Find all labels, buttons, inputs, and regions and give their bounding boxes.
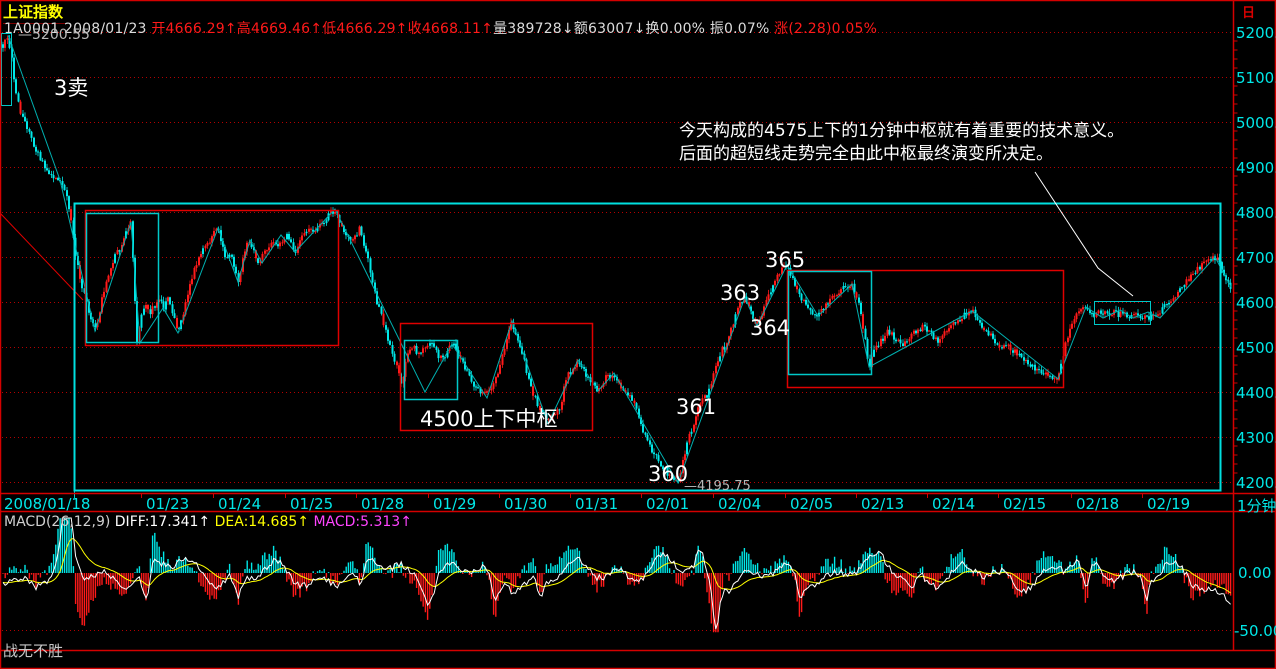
- period-label: 1分钟: [1237, 495, 1276, 516]
- date-axis-label: 01/30: [504, 495, 547, 513]
- macd-indicator-label-1: DIFF:17.341↑: [115, 514, 210, 530]
- watermark: 战无不胜: [3, 640, 63, 661]
- price-axis-label: 5000.0: [1236, 114, 1276, 132]
- pivot-4500-label: 4500上下中枢: [420, 403, 557, 433]
- macd-indicator-label-0: MACD(26,12,9): [4, 514, 115, 530]
- date-axis-label: 02/18: [1076, 495, 1119, 513]
- date-axis-label: 02/04: [718, 495, 761, 513]
- date-axis-label: 02/13: [861, 495, 904, 513]
- note-line-2: 后面的超短线走势完全由此中枢最终演变所决定。: [679, 139, 1053, 164]
- stock-chart-window: 上证指数 1A0001 2008/01/23 开4666.29↑高4669.46…: [0, 0, 1276, 669]
- quote-field-开: 开4666.29↑: [151, 21, 236, 37]
- note-line-1: 今天构成的4575上下的1分钟中枢就有着重要的技术意义。: [679, 116, 1124, 141]
- chart-canvas[interactable]: [0, 0, 1276, 669]
- macd-label-bar: MACD(26,12,9) DIFF:17.341↑ DEA:14.685↑ M…: [4, 514, 412, 530]
- price-axis-label: 4900.0: [1236, 159, 1276, 177]
- candlesticks: [2, 35, 1232, 483]
- quote-field-额: 额63007↓: [574, 21, 646, 37]
- date-axis-label: 02/14: [932, 495, 975, 513]
- pivot-point-361: 361: [676, 395, 716, 419]
- date-axis-label: 02/15: [1003, 495, 1046, 513]
- quote-info-bar: 1A0001 2008/01/23 开4666.29↑高4669.46↑低466…: [4, 18, 877, 38]
- price-axis-label: 4400.0: [1236, 384, 1276, 402]
- date-axis-label: 02/05: [790, 495, 833, 513]
- annotation-pointer-line: [1035, 172, 1133, 296]
- price-axis-label: 5100.0: [1236, 69, 1276, 87]
- date-axis-label: 01/31: [575, 495, 618, 513]
- price-axis-label: 4300.0: [1236, 429, 1276, 447]
- date-axis-label: 01/29: [433, 495, 476, 513]
- price-axis-label: 4200.0: [1236, 474, 1276, 492]
- trough-price-label: —4195.75: [684, 479, 751, 494]
- date-axis-label: 02/01: [646, 495, 689, 513]
- price-axis-label: 4600.0: [1236, 294, 1276, 312]
- macd-indicator-label-2: DEA:14.685↑: [210, 514, 309, 530]
- date-axis-label: 02/19: [1147, 495, 1190, 513]
- price-axis-label: 4700.0: [1236, 249, 1276, 267]
- quote-field-涨: 涨(2.28)0.05%: [774, 21, 877, 37]
- macd-axis-label: 0.00: [1238, 564, 1271, 582]
- date-axis-label: 01/23: [146, 495, 189, 513]
- price-axis-label: 4500.0: [1236, 339, 1276, 357]
- quote-field-高: 高4669.46↑: [237, 21, 322, 37]
- pivot-boxes: [2, 34, 1221, 491]
- date-axis-label: 2008/01/18: [4, 495, 90, 513]
- pivot-point-364: 364: [750, 316, 790, 340]
- pivot-point-365: 365: [765, 248, 805, 272]
- quote-field-低: 低4666.29↑: [322, 21, 407, 37]
- sell-3-annotation: 3卖: [54, 72, 88, 102]
- date-axis-label: 01/28: [361, 495, 404, 513]
- quote-field-振: 振0.07%: [710, 21, 774, 37]
- peak-price-label: —5200.55: [18, 27, 90, 43]
- zigzag-segment-line: [8, 35, 1231, 483]
- period-daily-button[interactable]: 日: [1242, 2, 1255, 21]
- quote-field-收: 收4668.11↑: [408, 21, 493, 37]
- macd-panel: [3, 518, 1231, 632]
- date-axis-label: 01/24: [218, 495, 261, 513]
- price-axis-label: 5200.0: [1236, 24, 1276, 42]
- pivot-point-363: 363: [720, 281, 760, 305]
- macd-indicator-label-3: MACD:5.313↑: [309, 514, 412, 530]
- date-axis-label: 01/25: [290, 495, 333, 513]
- quote-field-换: 换0.00%: [646, 21, 710, 37]
- macd-axis-label: -50.00: [1234, 622, 1276, 640]
- price-axis-label: 4800.0: [1236, 204, 1276, 222]
- pivot-point-360: 360: [648, 462, 688, 486]
- quote-field-量: 量389728↓: [493, 21, 574, 37]
